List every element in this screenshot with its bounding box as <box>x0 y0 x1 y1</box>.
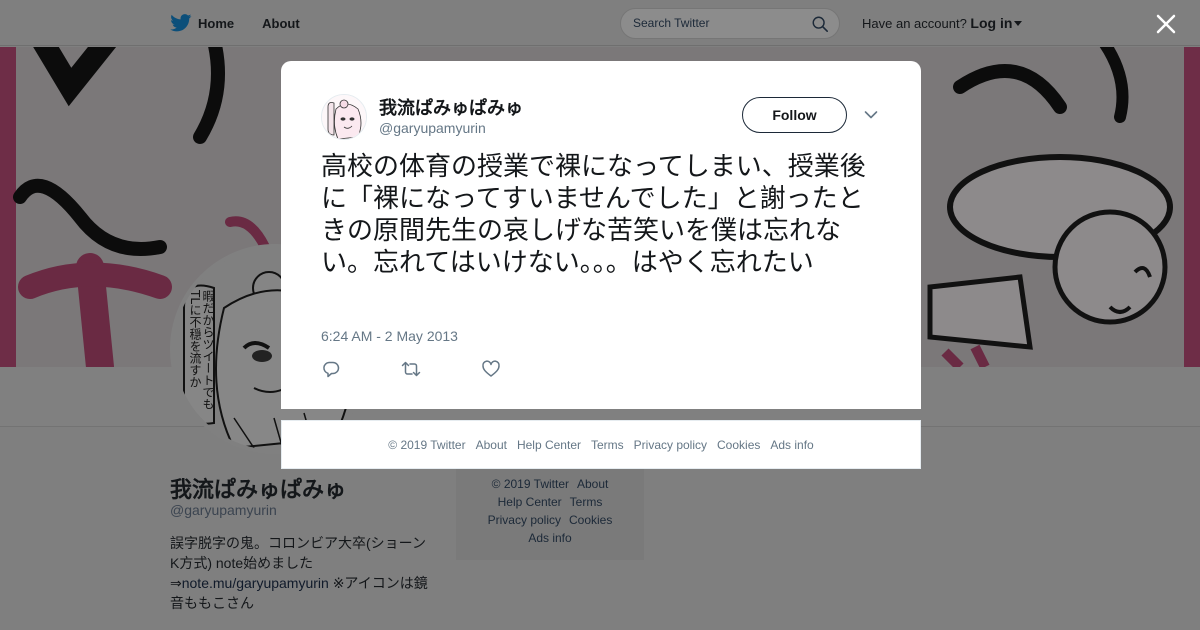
bg-footer-help[interactable]: Help Center <box>498 495 562 509</box>
footer-about-link[interactable]: About <box>476 438 507 452</box>
footer-terms-link[interactable]: Terms <box>591 438 624 452</box>
tweet-text: 高校の体育の授業で裸になってしまい、授業後に「裸になってすいませんでした」と謝っ… <box>321 152 866 278</box>
search-input[interactable] <box>633 16 803 30</box>
account-area: Have an account? Log in <box>862 15 1023 31</box>
nav-home-link[interactable]: Home <box>198 16 234 31</box>
login-button[interactable]: Log in <box>970 15 1012 31</box>
follow-button[interactable]: Follow <box>742 97 847 133</box>
bio-text: 誤字脱字の鬼。コロンビア大卒(ショーンK方式) note始めました <box>170 535 426 571</box>
tweet-author-handle[interactable]: @garyupamyurin <box>379 120 486 136</box>
nav-left-group: Home About <box>170 0 328 46</box>
like-action[interactable] <box>481 359 561 379</box>
footer-copyright: © 2019 Twitter <box>388 437 466 452</box>
reply-icon[interactable] <box>321 359 341 379</box>
retweet-icon[interactable] <box>401 359 421 379</box>
bg-footer-cookies[interactable]: Cookies <box>569 513 612 527</box>
chevron-down-icon[interactable] <box>864 110 878 120</box>
profile-bio: 誤字脱字の鬼。コロンビア大卒(ショーンK方式) note始めました ⇒note.… <box>170 533 435 613</box>
close-icon[interactable] <box>1154 12 1178 36</box>
tweet-author-name[interactable]: 我流ぱみゅぱみゅ <box>379 94 523 120</box>
bg-footer-privacy[interactable]: Privacy policy <box>488 513 561 527</box>
tweet-author-avatar[interactable] <box>321 94 367 140</box>
footer-privacy-link[interactable]: Privacy policy <box>634 438 707 452</box>
search-box[interactable] <box>620 8 840 39</box>
bg-footer-copyright: © 2019 Twitter <box>491 477 569 491</box>
bg-footer-about[interactable]: About <box>577 477 608 491</box>
footer-ads-link[interactable]: Ads info <box>770 438 813 452</box>
retweet-action[interactable] <box>401 359 481 379</box>
have-account-text: Have an account? <box>862 16 967 31</box>
chevron-down-icon[interactable] <box>1014 21 1023 26</box>
profile-handle[interactable]: @garyupamyurin <box>170 502 277 518</box>
tweet-modal: 我流ぱみゅぱみゅ @garyupamyurin Follow 高校の体育の授業で… <box>281 61 921 409</box>
heart-icon[interactable] <box>481 359 501 379</box>
profile-name: 我流ぱみゅぱみゅ <box>170 477 347 502</box>
footer-help-link[interactable]: Help Center <box>517 438 581 452</box>
reply-action[interactable] <box>321 359 401 379</box>
top-navigation-bar: Home About Have an account? Log in <box>0 0 1200 46</box>
background-footer: © 2019 Twitter About Help Center Terms Pri… <box>456 462 644 560</box>
bg-footer-ads[interactable]: Ads info <box>528 531 571 545</box>
tweet-timestamp[interactable]: 6:24 AM - 2 May 2013 <box>321 328 458 344</box>
bio-link[interactable]: note.mu/garyupamyurin <box>182 575 329 591</box>
bio-arrow: ⇒ <box>170 575 182 591</box>
modal-footer: © 2019 Twitter About Help Center Terms P… <box>281 420 921 469</box>
footer-cookies-link[interactable]: Cookies <box>717 438 760 452</box>
nav-about-link[interactable]: About <box>262 16 300 31</box>
twitter-bird-icon[interactable] <box>170 14 192 32</box>
tweet-actions <box>321 359 561 379</box>
bg-footer-terms[interactable]: Terms <box>570 495 603 509</box>
avatar-caption: 暇だからツイートでもTLに不穏を流すか <box>188 290 215 410</box>
search-icon[interactable] <box>811 15 829 33</box>
